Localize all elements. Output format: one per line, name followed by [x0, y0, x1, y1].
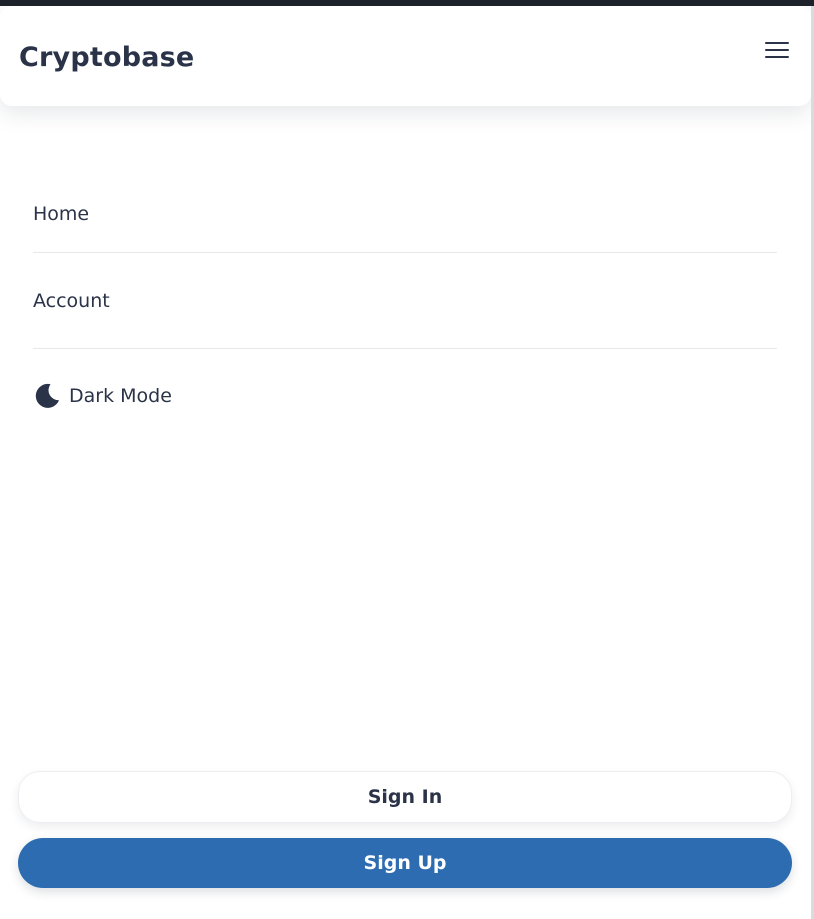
nav-item-home[interactable]: Home — [33, 168, 777, 253]
dark-mode-toggle[interactable]: Dark Mode — [33, 365, 777, 427]
moon-icon — [33, 381, 63, 411]
nav-item-label: Account — [33, 289, 110, 312]
nav-item-label: Home — [33, 202, 90, 225]
mobile-nav-drawer: Cryptobase Home Account Dark Mode Sign I… — [0, 6, 811, 919]
sign-up-button[interactable]: Sign Up — [18, 838, 792, 888]
dark-mode-label: Dark Mode — [69, 385, 172, 407]
sign-in-button[interactable]: Sign In — [18, 771, 792, 823]
navbar: Cryptobase — [0, 6, 811, 106]
nav-menu: Home Account Dark Mode — [33, 168, 777, 427]
nav-item-account[interactable]: Account — [33, 253, 777, 349]
brand-logo-text[interactable]: Cryptobase — [19, 42, 194, 73]
hamburger-menu-icon[interactable] — [761, 34, 793, 66]
